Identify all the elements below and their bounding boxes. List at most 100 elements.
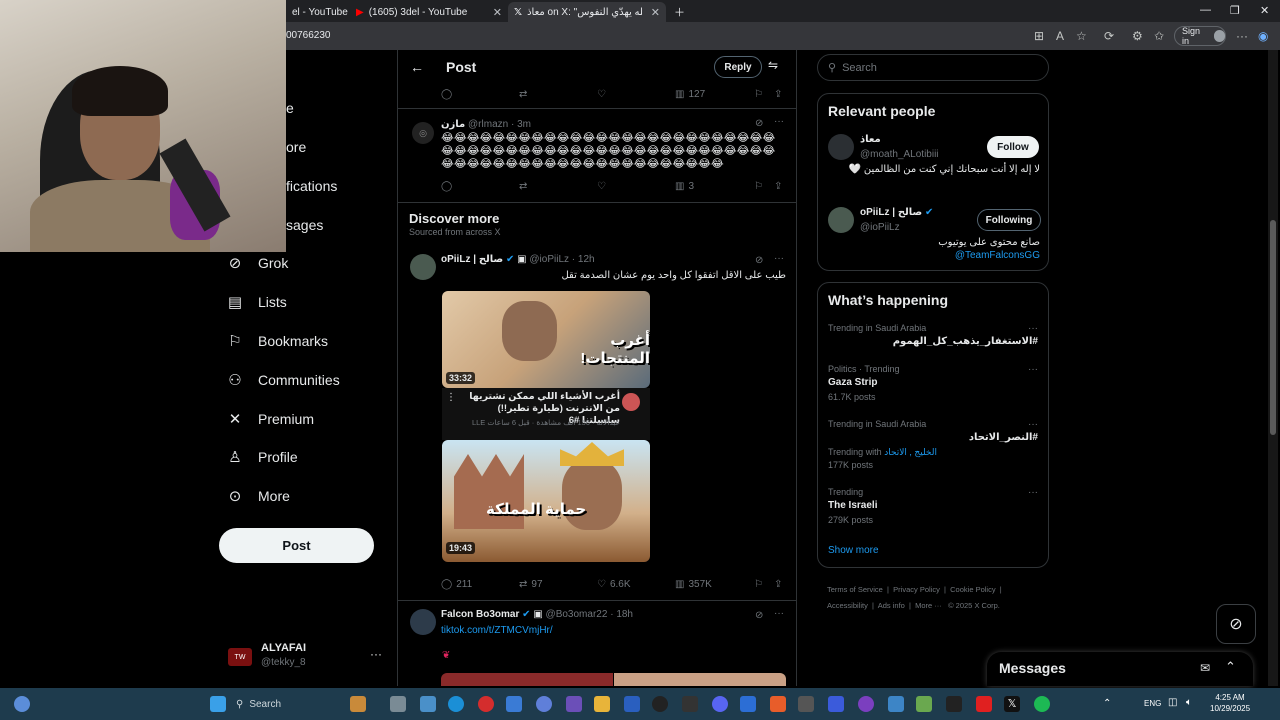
trending-with-links[interactable]: الخليج , الاتحاد (884, 447, 937, 457)
minimize-icon[interactable]: — (1200, 4, 1211, 16)
avatar[interactable] (828, 207, 854, 233)
sidebar-item-communities[interactable]: ⚇ Communities (226, 367, 339, 393)
media-image[interactable] (614, 673, 786, 686)
more-dots-icon[interactable]: ··· (1028, 487, 1038, 498)
account-switcher[interactable]: TW ALYAFAI @tekky_8 ··· (228, 640, 388, 674)
github-icon[interactable] (652, 696, 668, 712)
scrollbar[interactable] (1268, 50, 1278, 686)
trend-name[interactable]: Gaza Strip (828, 377, 877, 388)
footer-link[interactable]: Accessibility (827, 601, 868, 610)
task-view-icon[interactable] (390, 696, 406, 712)
avatar[interactable]: ◎ (412, 122, 434, 144)
browser-tab[interactable]: ▶ (1605) 3del - YouTube ✕ (350, 2, 508, 22)
app-icon[interactable] (740, 696, 756, 712)
more-dots-icon[interactable]: ··· (1028, 419, 1038, 430)
more-dots-icon[interactable]: ··· (774, 253, 784, 264)
sidebar-item-premium[interactable]: ✕ Premium (226, 406, 314, 432)
more-dots-icon[interactable]: ··· (774, 116, 784, 127)
browser-tab-active[interactable]: 𝕏 معاذ on X: "الله يهدّي النفوس" ✕ (508, 2, 666, 22)
back-arrow-icon[interactable]: ← (410, 59, 424, 75)
footer-link[interactable]: Ads info (878, 601, 905, 610)
following-button[interactable]: Following (977, 209, 1041, 231)
sidebar-item-grok[interactable]: ⊘ Grok (226, 250, 289, 276)
browser-tab[interactable]: el - YouTube ✕ (286, 2, 348, 22)
messages-drawer[interactable]: Messages ✉ ⌃ (987, 652, 1253, 686)
volume-icon[interactable]: 🔈︎ (1186, 697, 1192, 708)
extensions-icon[interactable]: ⟳ (1104, 29, 1114, 43)
restore-icon[interactable]: ❐ (1230, 4, 1240, 17)
x-app-icon[interactable]: 𝕏 (1004, 696, 1020, 712)
bookmark-icon[interactable]: ⚐ (754, 181, 763, 192)
timestamp[interactable]: 18h (616, 609, 633, 620)
app-icon[interactable] (946, 696, 962, 712)
views-button[interactable]: ▥ 127 (675, 89, 705, 100)
share-icon[interactable]: ⇪ (774, 181, 782, 192)
reply-icon[interactable]: ◯ (441, 181, 452, 192)
tray-chevron-icon[interactable]: ⌃ (1103, 698, 1111, 709)
network-icon[interactable]: ◫ (1168, 697, 1177, 708)
footer-link[interactable]: More ··· (915, 601, 942, 610)
repost-button[interactable]: ⇄ 97 (519, 579, 543, 590)
store-icon[interactable] (506, 696, 522, 712)
url-field[interactable]: 00766230 (286, 30, 331, 41)
favorite-icon[interactable]: ☆ (1076, 29, 1087, 43)
views-button[interactable]: ▥ 3 (675, 181, 694, 192)
opera-icon[interactable] (478, 696, 494, 712)
app-icon[interactable] (858, 696, 874, 712)
sidebar-item-bookmarks[interactable]: ⚐ Bookmarks (226, 328, 328, 354)
repost-icon[interactable]: ⇄ (519, 89, 527, 100)
expand-icon[interactable]: ⌃ (1225, 659, 1236, 675)
bio-link[interactable]: @TeamFalconsGG (828, 250, 1040, 261)
person-name[interactable]: معاذ (860, 134, 881, 145)
start-icon[interactable] (210, 696, 226, 712)
reply-icon[interactable]: ◯ (441, 89, 452, 100)
author-name[interactable]: Falcon Bo3omar (441, 609, 519, 620)
repost-icon[interactable]: ⇄ (519, 181, 527, 192)
author-handle[interactable]: @ioPiiLz (529, 254, 569, 265)
widgets-icon[interactable] (14, 696, 30, 712)
author-name[interactable]: oPiiLz | صالح (441, 254, 503, 265)
more-dots-icon[interactable]: ··· (370, 647, 382, 661)
footer-link[interactable]: Privacy Policy (893, 585, 940, 594)
follow-button[interactable]: Follow (987, 136, 1039, 158)
app-icon[interactable] (770, 696, 786, 712)
post-button[interactable]: Post (219, 528, 374, 563)
video-thumbnail[interactable]: أغرب المنتجات! 33:32 (442, 291, 650, 388)
sidebar-item-messages[interactable]: sages (286, 217, 323, 233)
read-aloud-icon[interactable]: A (1056, 29, 1064, 43)
app-icon[interactable] (566, 696, 582, 712)
app-icon[interactable] (624, 696, 640, 712)
folder-icon[interactable] (594, 696, 610, 712)
more-vert-icon[interactable]: ⋮ (446, 392, 456, 403)
like-button[interactable]: ♡ 6.6K (597, 579, 631, 590)
favorites-bar-icon[interactable]: ✩ (1154, 29, 1164, 43)
reply-button[interactable]: ◯ 211 (441, 579, 472, 590)
language-indicator[interactable]: ENG (1144, 699, 1161, 708)
footer-link[interactable]: Cookie Policy (950, 585, 995, 594)
taskbar-search[interactable]: ⚲ Search (236, 694, 336, 714)
new-message-icon[interactable]: ✉ (1200, 661, 1210, 675)
spotify-icon[interactable] (1034, 696, 1050, 712)
author-handle[interactable]: @Bo3omar22 (546, 609, 608, 620)
more-dots-icon[interactable]: ··· (1028, 364, 1038, 375)
person-handle[interactable]: @moath_ALotibiii (860, 149, 939, 160)
copilot-icon[interactable]: ◉ (1258, 29, 1268, 43)
discord-icon[interactable] (712, 696, 728, 712)
reply-button[interactable]: Reply (714, 56, 762, 78)
grok-icon[interactable]: ⊘ (755, 255, 763, 266)
more-dots-icon[interactable]: ··· (1028, 323, 1038, 334)
apps-icon[interactable]: ⊞ (1034, 29, 1044, 43)
avatar[interactable] (410, 254, 436, 280)
more-dots-icon[interactable]: ··· (774, 608, 784, 619)
sidebar-item-lists[interactable]: ▤ Lists (226, 289, 287, 315)
app-icon[interactable] (536, 696, 552, 712)
share-icon[interactable]: ⇪ (774, 89, 782, 100)
grok-floating-button[interactable]: ⊘ (1216, 604, 1256, 644)
widget-image-icon[interactable] (350, 696, 366, 712)
sidebar-item-profile[interactable]: ♙ Profile (226, 444, 297, 470)
app-icon[interactable] (798, 696, 814, 712)
sign-in-button[interactable]: Sign in (1174, 26, 1226, 46)
close-tab-icon[interactable]: ✕ (493, 6, 502, 19)
trend-name[interactable]: #الاستغفار_يذهب_كل_الهموم (893, 336, 1038, 347)
split-screen-icon[interactable]: ⚙ (1132, 29, 1143, 43)
